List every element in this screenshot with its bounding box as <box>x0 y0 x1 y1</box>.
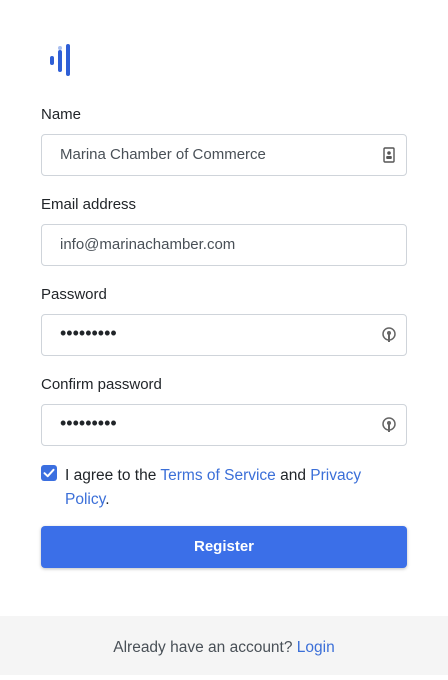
confirm-password-input[interactable]: ••••••••• <box>41 404 407 446</box>
footer: Already have an account? Login <box>0 616 448 675</box>
key-lock-icon[interactable] <box>381 326 397 344</box>
name-input[interactable]: Marina Chamber of Commerce <box>41 134 407 176</box>
terms-text-after: . <box>105 491 110 508</box>
terms-checkbox[interactable] <box>41 465 57 481</box>
app-logo <box>48 42 72 78</box>
terms-of-service-link[interactable]: Terms of Service <box>160 467 275 484</box>
register-button[interactable]: Register <box>41 526 407 568</box>
email-input-value: info@marinachamber.com <box>60 236 236 253</box>
terms-agreement: I agree to the Terms of Service and Priv… <box>65 464 385 512</box>
email-input[interactable]: info@marinachamber.com <box>41 224 407 266</box>
confirm-password-label: Confirm password <box>41 376 162 393</box>
terms-text-middle: and <box>275 467 311 484</box>
key-lock-icon[interactable] <box>381 416 397 434</box>
name-input-value: Marina Chamber of Commerce <box>60 146 266 163</box>
password-input-value: ••••••••• <box>60 323 117 343</box>
bars-logo-icon <box>50 44 70 76</box>
terms-text-before: I agree to the <box>65 467 161 484</box>
name-label: Name <box>41 106 82 123</box>
footer-prompt: Already have an account? <box>113 639 297 656</box>
login-link[interactable]: Login <box>297 639 335 656</box>
password-label: Password <box>41 286 107 303</box>
checkmark-icon <box>43 468 55 478</box>
password-input[interactable]: ••••••••• <box>41 314 407 356</box>
email-label: Email address <box>41 196 137 213</box>
confirm-password-input-value: ••••••••• <box>60 413 117 433</box>
contact-card-icon <box>381 146 397 164</box>
